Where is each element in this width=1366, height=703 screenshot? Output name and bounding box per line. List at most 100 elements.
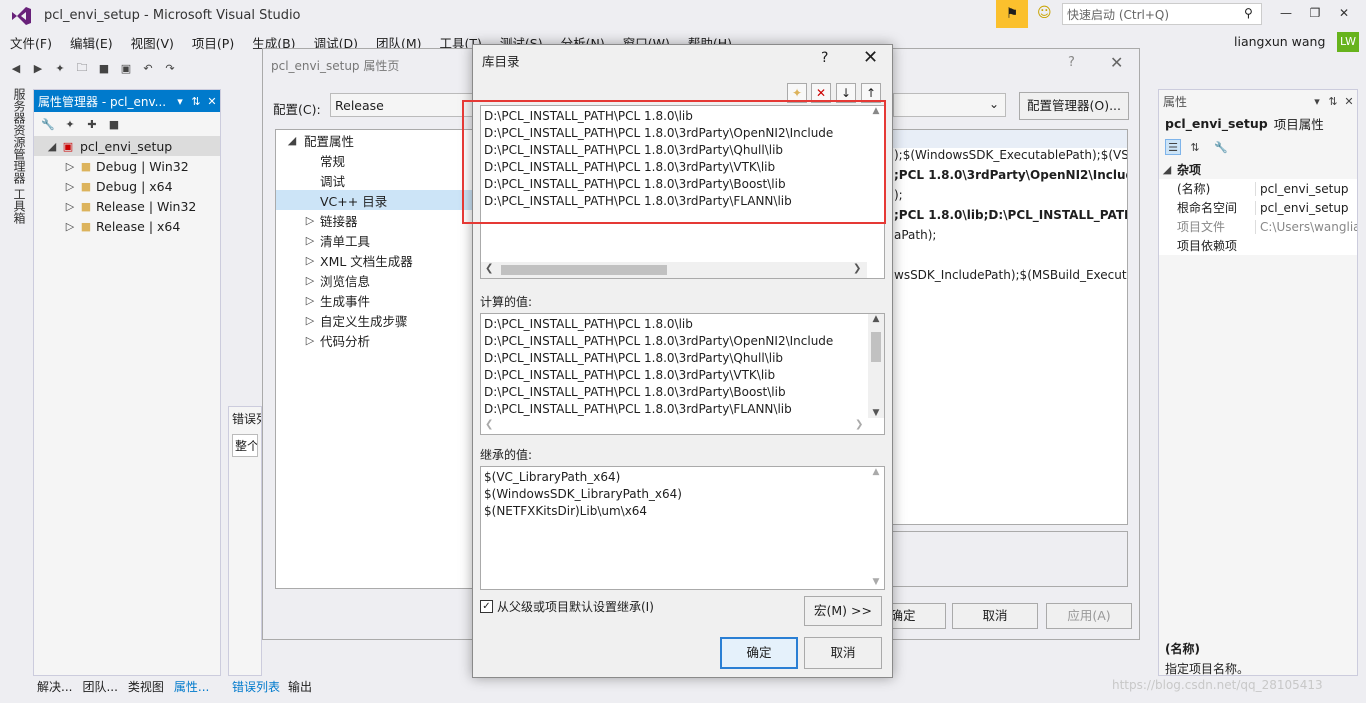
property-row[interactable]: 项目依赖项 bbox=[1159, 236, 1357, 255]
property-val[interactable]: pcl_envi_setup bbox=[1255, 200, 1357, 215]
save-all-icon[interactable]: ▣ bbox=[118, 60, 134, 76]
property-value[interactable]: );$(WindowsSDK_ExecutablePath);$(VS_E bbox=[892, 148, 1127, 168]
help-icon[interactable]: ? bbox=[821, 50, 828, 66]
dialog-cancel-button[interactable]: 取消 bbox=[804, 637, 882, 669]
config-select[interactable]: Release bbox=[330, 93, 475, 117]
redo-icon[interactable]: ↷ bbox=[162, 60, 178, 76]
property-value[interactable]: ;PCL 1.8.0\lib;D:\PCL_INSTALL_PATH\P bbox=[892, 208, 1127, 228]
tree-node-xml-doc[interactable]: ▷ XML 文档生成器 bbox=[276, 250, 474, 270]
tree-node-general[interactable]: 常规 bbox=[276, 150, 474, 170]
help-icon[interactable]: ? bbox=[1068, 55, 1075, 70]
search-icon[interactable]: ⚲ bbox=[1244, 6, 1253, 20]
property-value[interactable]: wsSDK_IncludePath);$(MSBuild_Executa bbox=[892, 268, 1127, 288]
property-row[interactable]: (名称) pcl_envi_setup bbox=[1159, 179, 1357, 198]
tab-output[interactable]: 输出 bbox=[288, 678, 312, 695]
save-icon[interactable]: ■ bbox=[96, 60, 112, 76]
tree-root[interactable]: ◢ ▣ pcl_envi_setup bbox=[34, 136, 220, 156]
property-value[interactable]: ;PCL 1.8.0\3rdParty\OpenNI2\Include;D bbox=[892, 168, 1127, 188]
dialog-ok-button[interactable]: 确定 bbox=[720, 637, 798, 669]
categorized-icon[interactable]: ☰ bbox=[1165, 139, 1181, 155]
add-existing-sheet-icon[interactable]: ✚ bbox=[84, 116, 100, 132]
tree-node-custom-build[interactable]: ▷ 自定义生成步骤 bbox=[276, 310, 474, 330]
add-sheet-icon[interactable]: ✦ bbox=[62, 116, 78, 132]
tree-node-vc-directories[interactable]: VC++ 目录 bbox=[276, 190, 474, 210]
checkbox-check-icon[interactable]: ✓ bbox=[480, 600, 493, 613]
new-project-icon[interactable]: ✦ bbox=[52, 60, 68, 76]
dropdown-icon[interactable]: ▾ bbox=[1309, 93, 1325, 109]
property-val[interactable]: C:\Users\wanglia bbox=[1255, 219, 1357, 234]
tab-team[interactable]: 团队... bbox=[82, 678, 117, 695]
tree-item-release-win32[interactable]: ▷ ■ Release | Win32 bbox=[34, 196, 220, 216]
expand-icon[interactable]: ◢ bbox=[44, 138, 60, 154]
user-name[interactable]: liangxun wang bbox=[1234, 34, 1325, 49]
properties-object-select[interactable]: pcl_envi_setup 项目属性 bbox=[1159, 112, 1357, 134]
tab-property-manager[interactable]: 属性... bbox=[174, 678, 209, 695]
maximize-button[interactable]: ❐ bbox=[1307, 6, 1323, 20]
tree-node-code-analysis[interactable]: ▷ 代码分析 bbox=[276, 330, 474, 350]
close-icon[interactable]: ✕ bbox=[1110, 53, 1123, 72]
property-row[interactable]: 项目文件 C:\Users\wanglia bbox=[1159, 217, 1357, 236]
scroll-left-icon[interactable]: ❮ bbox=[485, 419, 493, 430]
notification-flag-icon[interactable]: ⚑ bbox=[996, 0, 1028, 28]
property-row[interactable]: 根命名空间 pcl_envi_setup bbox=[1159, 198, 1357, 217]
property-val[interactable]: pcl_envi_setup bbox=[1255, 181, 1357, 196]
horizontal-scrollbar[interactable]: ❮ ❯ bbox=[481, 418, 884, 434]
tab-solution[interactable]: 解决... bbox=[37, 678, 72, 695]
back-icon[interactable]: ◀ bbox=[8, 60, 24, 76]
close-window-button[interactable]: ✕ bbox=[1336, 6, 1352, 20]
tree-item-release-x64[interactable]: ▷ ■ Release | x64 bbox=[34, 216, 220, 236]
cancel-button[interactable]: 取消 bbox=[952, 603, 1038, 629]
vertical-scrollbar[interactable]: ▲ ▼ bbox=[868, 314, 884, 418]
tree-node-browse-info[interactable]: ▷ 浏览信息 bbox=[276, 270, 474, 290]
avatar[interactable]: LW bbox=[1337, 32, 1359, 52]
scroll-up-icon[interactable]: ▲ bbox=[868, 314, 884, 324]
tree-node-manifest[interactable]: ▷ 清单工具 bbox=[276, 230, 474, 250]
minimize-button[interactable]: — bbox=[1278, 6, 1294, 20]
property-value[interactable]: aPath); bbox=[892, 228, 1127, 248]
menu-view[interactable]: 视图(V) bbox=[131, 33, 174, 52]
scroll-right-icon[interactable]: ❯ bbox=[853, 263, 861, 274]
scrollbar-thumb[interactable] bbox=[501, 265, 667, 275]
pin-icon[interactable]: ⇅ bbox=[1325, 93, 1341, 109]
apply-button[interactable]: 应用(A) bbox=[1046, 603, 1132, 629]
property-value[interactable] bbox=[892, 248, 1127, 268]
tree-item-debug-x64[interactable]: ▷ ■ Debug | x64 bbox=[34, 176, 220, 196]
feedback-smiley-icon[interactable]: ☺ bbox=[1037, 5, 1052, 21]
close-icon[interactable]: ✕ bbox=[1341, 93, 1357, 109]
scroll-up-icon[interactable]: ▲ bbox=[868, 467, 884, 477]
alphabetical-icon[interactable]: ⇅ bbox=[1187, 139, 1203, 155]
config-manager-button[interactable]: 配置管理器(O)... bbox=[1019, 92, 1129, 120]
pin-icon[interactable]: ⇅ bbox=[188, 93, 204, 109]
menu-edit[interactable]: 编辑(E) bbox=[70, 33, 113, 52]
tree-node-linker[interactable]: ▷ 链接器 bbox=[276, 210, 474, 230]
wrench-icon[interactable]: 🔧 bbox=[1213, 139, 1229, 155]
scroll-down-icon[interactable]: ▼ bbox=[868, 408, 884, 418]
scrollbar-thumb[interactable] bbox=[871, 332, 881, 362]
quick-launch-input[interactable]: 快速启动 (Ctrl+Q) bbox=[1062, 3, 1262, 25]
tree-item-debug-win32[interactable]: ▷ ■ Debug | Win32 bbox=[34, 156, 220, 176]
inherit-checkbox[interactable]: ✓ 从父级或项目默认设置继承(I) bbox=[480, 598, 654, 615]
scroll-right-icon[interactable]: ❯ bbox=[855, 419, 863, 430]
error-scope-select[interactable]: 整个 bbox=[232, 434, 258, 457]
tree-node-build-events[interactable]: ▷ 生成事件 bbox=[276, 290, 474, 310]
tab-error-list[interactable]: 错误列表 bbox=[232, 678, 280, 695]
dropdown-icon[interactable]: ▾ bbox=[172, 93, 188, 109]
close-icon[interactable]: ✕ bbox=[204, 93, 220, 109]
menu-project[interactable]: 项目(P) bbox=[192, 33, 234, 52]
close-icon[interactable]: ✕ bbox=[863, 47, 878, 68]
category-header[interactable]: ◢ 杂项 bbox=[1159, 160, 1357, 179]
macros-button[interactable]: 宏(M) >> bbox=[804, 596, 882, 626]
vertical-scrollbar[interactable]: ▲ ▼ bbox=[868, 467, 884, 589]
undo-icon[interactable]: ↶ bbox=[140, 60, 156, 76]
wrench-icon[interactable]: 🔧 bbox=[40, 116, 56, 132]
scroll-left-icon[interactable]: ❮ bbox=[485, 263, 493, 274]
save-icon[interactable]: ■ bbox=[106, 116, 122, 132]
tree-node-config-props[interactable]: ◢ 配置属性 bbox=[276, 130, 474, 150]
tree-node-debugging[interactable]: 调试 bbox=[276, 170, 474, 190]
scroll-down-icon[interactable]: ▼ bbox=[868, 577, 884, 587]
forward-icon[interactable]: ▶ bbox=[30, 60, 46, 76]
platform-select[interactable]: ⌄ bbox=[893, 93, 1006, 117]
property-value[interactable]: ); bbox=[892, 188, 1127, 208]
open-folder-icon[interactable]: 🗀 bbox=[74, 60, 90, 76]
menu-file[interactable]: 文件(F) bbox=[10, 33, 52, 52]
